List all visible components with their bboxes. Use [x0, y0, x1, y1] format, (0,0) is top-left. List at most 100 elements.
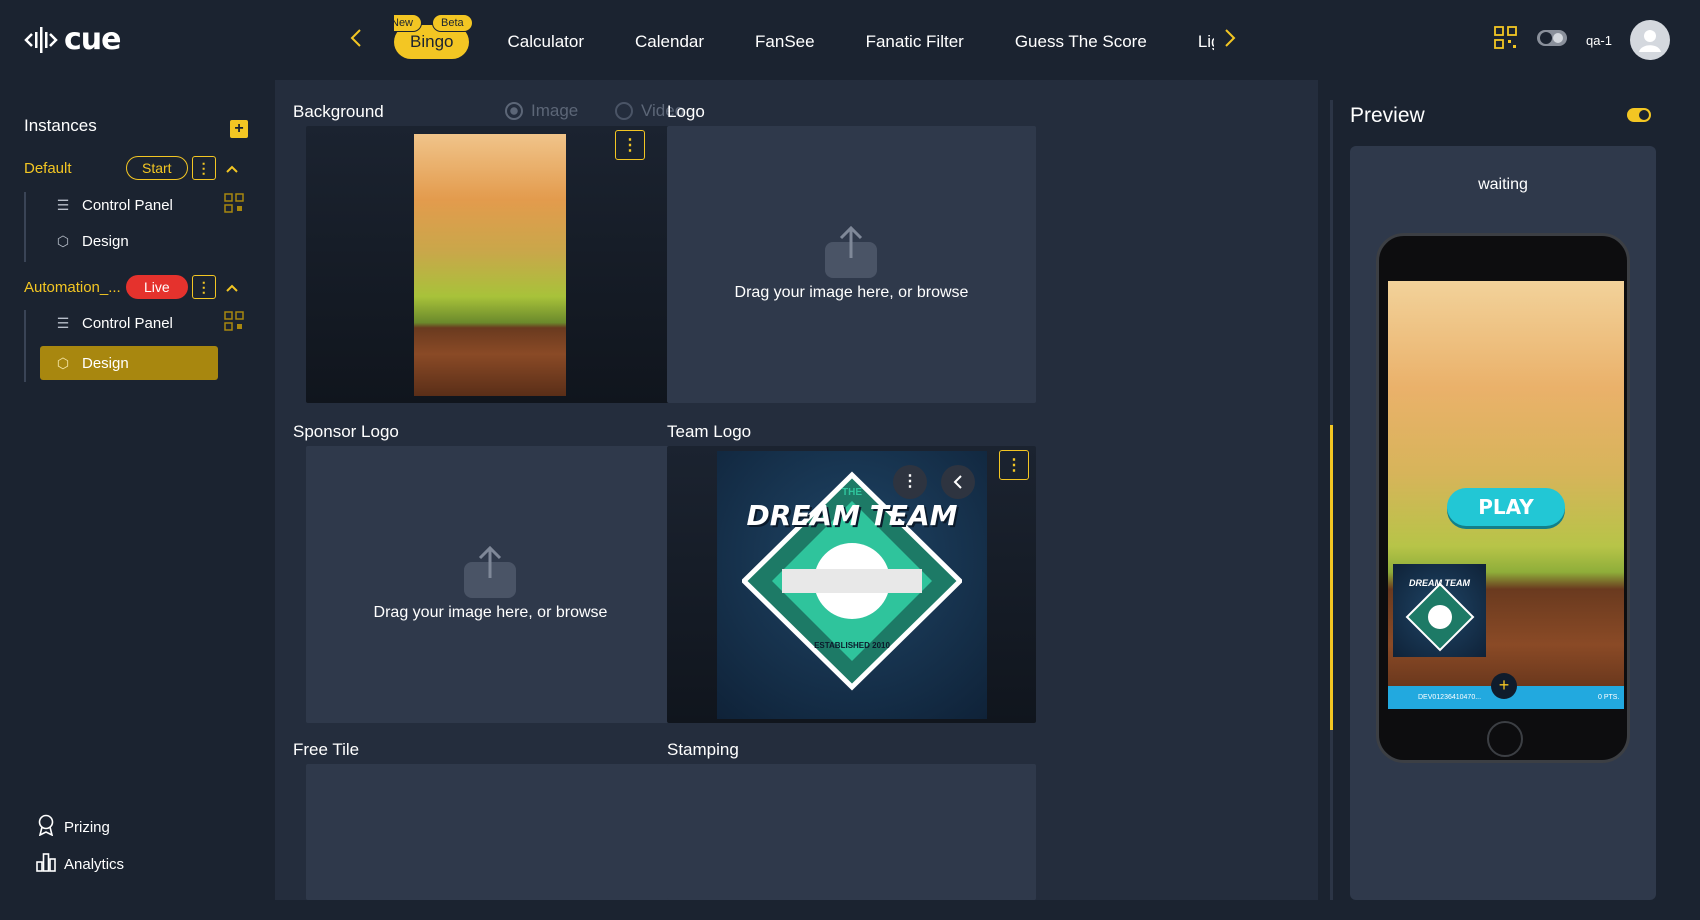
- live-badge[interactable]: Live: [126, 275, 188, 299]
- radio-dot: [505, 102, 523, 120]
- main-scrollbar-thumb[interactable]: [1330, 425, 1333, 730]
- preview-card: waiting PLAY DREAM TEAM DEV01236410470..…: [1350, 146, 1656, 900]
- qr-code-icon[interactable]: [1494, 25, 1518, 55]
- sidebar-item-analytics[interactable]: Analytics: [36, 852, 124, 876]
- phone-screen: PLAY DREAM TEAM DEV01236410470... 0 PTS.…: [1388, 281, 1624, 709]
- stamping-label: Stamping: [667, 740, 739, 759]
- tabs-next-arrow[interactable]: [1218, 27, 1242, 53]
- waveform-logo-icon: [24, 26, 58, 53]
- sidebar-item-prizing[interactable]: Prizing: [36, 814, 110, 840]
- sidebar-item-design[interactable]: ⬡ Design: [40, 224, 218, 258]
- drop-hint: Drag your image here, or browse: [734, 284, 969, 301]
- add-icon[interactable]: +: [1491, 673, 1517, 699]
- sidebar-item-control-panel[interactable]: ☰ Control Panel: [40, 306, 218, 340]
- instance-name: Automation_...: [24, 278, 121, 296]
- free-tile-dropzone[interactable]: [306, 764, 675, 900]
- chevron-left-icon: [350, 29, 361, 47]
- sliders-icon: ☰: [56, 314, 70, 331]
- add-instance-button[interactable]: +: [230, 120, 248, 138]
- background-menu-button[interactable]: ⋮: [615, 130, 645, 160]
- cube-icon: ⬡: [56, 232, 70, 249]
- instance-menu-button[interactable]: ⋮: [191, 275, 216, 299]
- sidebar: Instances + Default Start ⋮ ☰ Control Pa…: [0, 80, 275, 920]
- cube-icon: ⬡: [56, 354, 70, 371]
- tab-calendar[interactable]: Calendar: [635, 25, 704, 59]
- footer-user: DEV01236410470...: [1418, 694, 1482, 701]
- phone-frame: PLAY DREAM TEAM DEV01236410470... 0 PTS.…: [1376, 233, 1630, 763]
- tab-lig[interactable]: Lig: [1198, 25, 1214, 59]
- chevron-up-icon[interactable]: [225, 160, 238, 176]
- qr-code-icon[interactable]: [224, 193, 244, 213]
- instance-row-automation[interactable]: Automation_... Live ⋮: [24, 274, 254, 300]
- chevron-left-icon: [953, 475, 962, 489]
- sidebar-item-label: Design: [82, 354, 129, 372]
- logo-label: Logo: [667, 102, 705, 121]
- theme-toggle-icon[interactable]: [1536, 28, 1568, 53]
- preview-status: waiting: [1478, 176, 1528, 193]
- footer-points: 0 PTS.: [1598, 694, 1620, 701]
- chevron-up-icon[interactable]: [225, 279, 238, 295]
- team-logo-panel[interactable]: THE DREAM TEAM ESTABLISHED 2010 ⋮: [667, 446, 1036, 723]
- sidebar-item-label: Prizing: [64, 818, 110, 836]
- radio-dot: [615, 102, 633, 120]
- team-logo-label: Team Logo: [667, 422, 752, 441]
- tab-fansee[interactable]: FanSee: [755, 25, 815, 59]
- sliders-icon: ☰: [56, 196, 70, 213]
- tab-bingo[interactable]: New Beta Bingo: [394, 14, 473, 59]
- preview-logo-text: DREAM TEAM: [1409, 578, 1470, 588]
- badge-beta: Beta: [432, 14, 473, 32]
- dream-team-emblem-mini: [1405, 582, 1475, 652]
- team-logo-menu-button[interactable]: ⋮: [999, 450, 1029, 480]
- instance-row-default[interactable]: Default Start ⋮: [24, 155, 254, 181]
- app-logo[interactable]: cue: [24, 22, 121, 57]
- image-back-button[interactable]: [941, 465, 975, 499]
- preview-toggle[interactable]: [1627, 108, 1651, 122]
- background-label: Background: [293, 102, 384, 121]
- sidebar-item-design[interactable]: ⬡ Design: [40, 346, 218, 380]
- top-bar: cue New Beta Bingo Calculator Calendar F…: [0, 0, 1700, 80]
- sidebar-item-control-panel[interactable]: ☰ Control Panel: [40, 188, 218, 222]
- user-name: qa-1: [1585, 32, 1612, 48]
- tabs-prev-arrow[interactable]: [344, 27, 368, 53]
- team-logo-image: THE DREAM TEAM ESTABLISHED 2010 ⋮: [717, 451, 987, 719]
- logo-dropzone[interactable]: Drag your image here, or browse: [667, 126, 1036, 403]
- background-image-panel[interactable]: [306, 126, 675, 403]
- tree-line: [24, 192, 26, 262]
- tree-line: [24, 310, 26, 382]
- preview-team-logo: DREAM TEAM: [1393, 564, 1486, 657]
- team-logo-line3: ESTABLISHED 2010: [814, 641, 890, 650]
- upload-icon: [464, 546, 516, 598]
- avatar[interactable]: [1630, 20, 1670, 60]
- sponsor-logo-dropzone[interactable]: Drag your image here, or browse: [306, 446, 675, 723]
- user-icon: [1639, 30, 1661, 52]
- award-icon: [36, 814, 56, 840]
- sidebar-item-label: Control Panel: [82, 314, 173, 332]
- start-button[interactable]: Start: [126, 156, 188, 180]
- radio-label: Image: [531, 101, 579, 120]
- preview-panel: Preview waiting PLAY DREAM TEAM DEV01236…: [1336, 80, 1700, 920]
- image-options-button[interactable]: ⋮: [893, 465, 927, 499]
- sponsor-logo-label: Sponsor Logo: [293, 422, 399, 441]
- phone-home-button: [1487, 721, 1523, 757]
- top-right-controls: qa-1: [1494, 20, 1670, 60]
- instance-name: Default: [24, 159, 72, 177]
- tab-fanatic-filter[interactable]: Fanatic Filter: [866, 25, 964, 59]
- instance-menu-button[interactable]: ⋮: [191, 156, 216, 180]
- stamping-dropzone[interactable]: [667, 764, 1036, 900]
- bar-chart-icon: [36, 852, 56, 876]
- drop-hint: Drag your image here, or browse: [373, 604, 608, 621]
- qr-code-icon[interactable]: [224, 311, 244, 331]
- sidebar-item-label: Analytics: [64, 855, 125, 873]
- radio-image[interactable]: Image: [505, 101, 578, 121]
- tabs-strip: New Beta Bingo Calculator Calendar FanSe…: [394, 14, 1214, 74]
- chevron-right-icon: [1225, 29, 1236, 47]
- tab-guess-the-score[interactable]: Guess The Score: [1015, 25, 1147, 59]
- tab-calculator[interactable]: Calculator: [507, 25, 584, 59]
- design-editor: Background Image Video ⋮ Logo Drag your …: [275, 80, 1318, 900]
- instances-title: Instances: [24, 116, 97, 135]
- preview-title: Preview: [1350, 104, 1425, 127]
- play-button[interactable]: PLAY: [1447, 488, 1565, 526]
- background-image: [414, 134, 566, 396]
- team-logo-line2: DREAM TEAM: [746, 499, 958, 532]
- sidebar-item-label: Design: [82, 232, 129, 250]
